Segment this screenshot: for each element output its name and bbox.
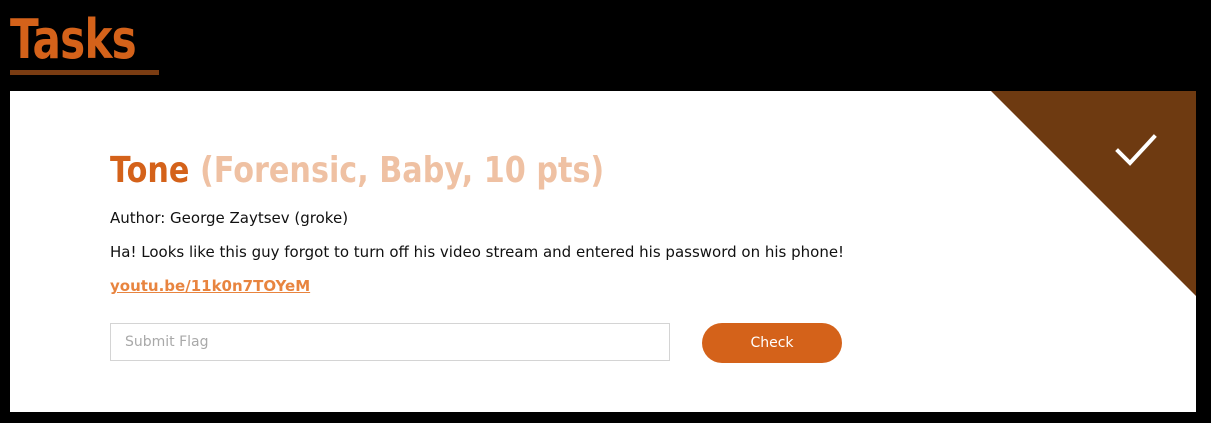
task-name: Tone: [110, 150, 190, 191]
solved-corner-triangle: [991, 91, 1196, 296]
solved-corner-badge: [991, 91, 1196, 296]
task-card: Tone (Forensic, Baby, 10 pts) Author: Ge…: [10, 91, 1196, 412]
task-video-link[interactable]: youtu.be/11k0n7TOYeM: [110, 276, 310, 296]
task-description: Ha! Looks like this guy forgot to turn o…: [110, 243, 845, 261]
task-author: Author: George Zaytsev (groke): [110, 209, 349, 227]
page-title-underline: [10, 70, 159, 75]
page-title: Tasks: [10, 8, 137, 71]
submit-flag-input[interactable]: [110, 323, 670, 361]
check-button[interactable]: Check: [702, 323, 842, 363]
task-meta: (Forensic, Baby, 10 pts): [189, 150, 605, 191]
page-header: Tasks: [10, 8, 172, 78]
task-title: Tone (Forensic, Baby, 10 pts): [110, 147, 604, 195]
